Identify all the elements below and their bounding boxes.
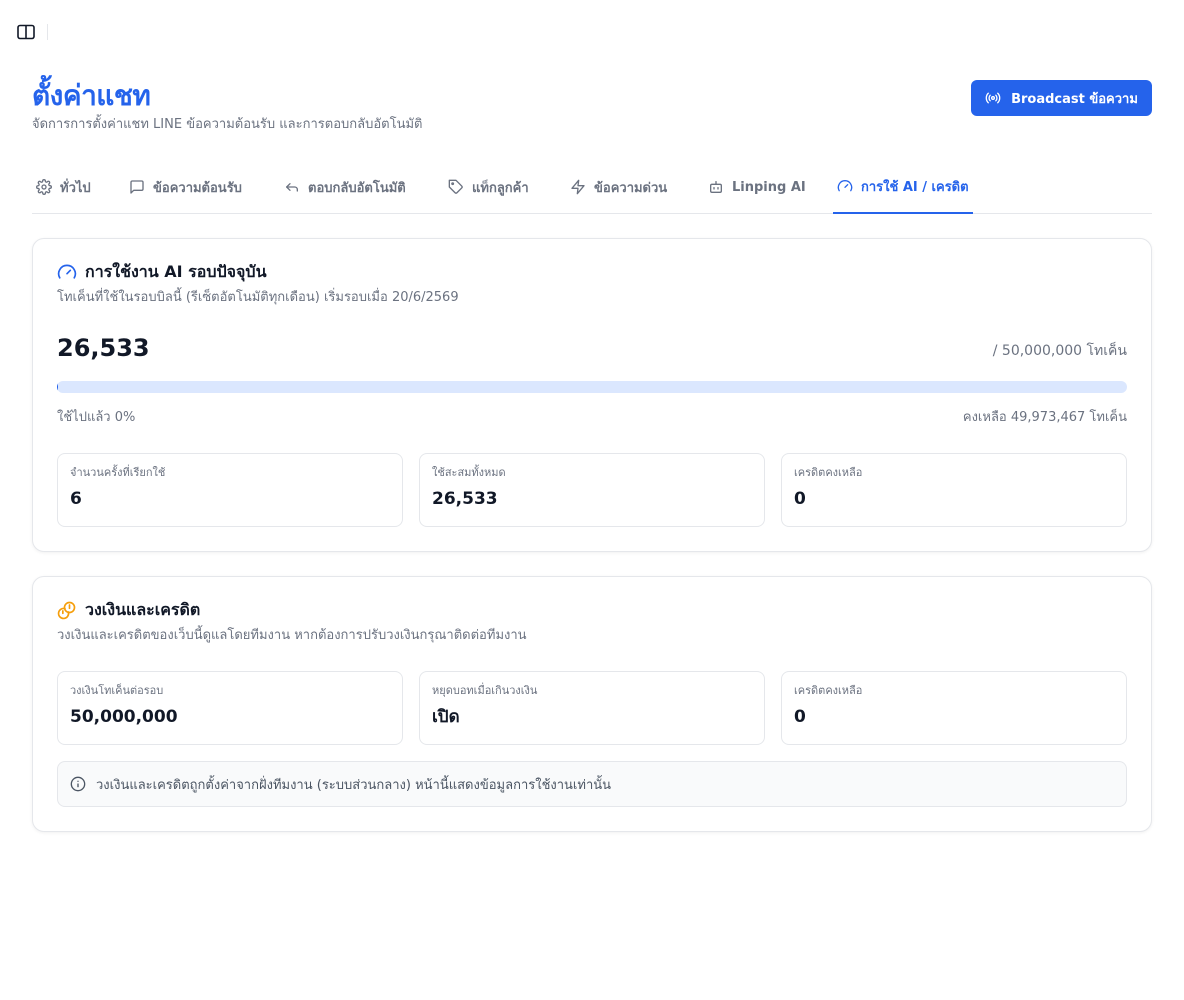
tab-general[interactable]: ทั่วไป: [32, 160, 95, 214]
stat-label: หยุดบอทเมื่อเกินวงเงิน: [432, 684, 538, 697]
stat-remaining-credit: เครดิตคงเหลือ 0: [781, 453, 1127, 527]
stat-label: ใช้สะสมทั้งหมด: [432, 466, 506, 479]
stat-value: 0: [794, 707, 806, 727]
page-title: ตั้งค่าแชท: [32, 79, 151, 112]
coins-icon: [57, 601, 76, 620]
usage-progress-fill: [57, 381, 58, 393]
info-icon: [70, 776, 86, 792]
tab-ai-usage-credit-label: การใช้ AI / เครดิต: [861, 179, 969, 195]
stat-label: วงเงินโทเค็นต่อรอบ: [70, 684, 164, 697]
ai-usage-title: การใช้งาน AI รอบปัจจุบัน: [85, 262, 267, 281]
tab-welcome-message-label: ข้อความต้อนรับ: [153, 180, 242, 196]
broadcast-button[interactable]: Broadcast ข้อความ: [971, 80, 1152, 116]
stat-label: จำนวนครั้งที่เรียกใช้: [70, 466, 166, 479]
reply-icon: [286, 183, 298, 192]
message-square-icon: [130, 180, 144, 194]
stat-token-limit: วงเงินโทเค็นต่อรอบ 50,000,000: [57, 671, 403, 745]
tag-icon: [448, 179, 463, 194]
broadcast-icon: [985, 92, 1001, 104]
stat-stop-bot: หยุดบอทเมื่อเกินวงเงิน เปิด: [419, 671, 765, 745]
used-percent-text: ใช้ไปแล้ว 0%: [57, 410, 136, 425]
tab-quick-messages[interactable]: ข้อความด่วน: [566, 160, 671, 214]
tab-quick-messages-label: ข้อความด่วน: [594, 180, 668, 196]
credit-limit-heading: วงเงินและเครดิต: [57, 599, 200, 621]
sidebar-toggle-icon[interactable]: [16, 22, 36, 42]
gauge-icon: [837, 180, 853, 192]
stat-call-count: จำนวนครั้งที่เรียกใช้ 6: [57, 453, 403, 527]
bot-icon: [710, 181, 722, 193]
tab-welcome-message[interactable]: ข้อความต้อนรับ: [125, 160, 246, 214]
ai-usage-card: การใช้งาน AI รอบปัจจุบัน โทเค็นที่ใช้ในร…: [32, 238, 1152, 552]
info-notice: วงเงินและเครดิตถูกตั้งค่าจากฝั่งทีมงาน (…: [57, 761, 1127, 807]
ai-usage-heading: การใช้งาน AI รอบปัจจุบัน: [57, 261, 267, 283]
usage-progress-bar: [57, 381, 1127, 393]
page-subtitle: จัดการการตั้งค่าแชท LINE ข้อความต้อนรับ …: [32, 117, 423, 132]
top-bar: [0, 0, 1184, 64]
tab-general-label: ทั่วไป: [60, 180, 91, 196]
stat-label: เครดิตคงเหลือ: [794, 684, 863, 697]
stat-total-used: ใช้สะสมทั้งหมด 26,533: [419, 453, 765, 527]
token-limit-text: / 50,000,000 โทเค็น: [992, 343, 1127, 359]
used-tokens-value: 26,533: [57, 334, 150, 362]
stat-remaining-credit: เครดิตคงเหลือ 0: [781, 671, 1127, 745]
broadcast-button-label: Broadcast ข้อความ: [1011, 91, 1138, 107]
tab-customer-tags[interactable]: แท็กลูกค้า: [444, 160, 533, 214]
credit-limit-card: วงเงินและเครดิต วงเงินและเครดิตของเว็บนี…: [32, 576, 1152, 832]
credit-limit-description: วงเงินและเครดิตของเว็บนี้ดูแลโดยทีมงาน ห…: [57, 628, 527, 643]
stat-value: 6: [70, 489, 82, 509]
stat-value: 0: [794, 489, 806, 509]
gauge-icon: [57, 264, 77, 279]
tab-linping-ai-label: Linping AI: [732, 179, 806, 195]
stat-value: 26,533: [432, 489, 498, 509]
stat-value: 50,000,000: [70, 707, 178, 727]
info-notice-text: วงเงินและเครดิตถูกตั้งค่าจากฝั่งทีมงาน (…: [96, 777, 612, 793]
settings-tabs: ทั่วไป ข้อความต้อนรับ ตอบกลับอัตโนมัติ แ…: [32, 160, 1152, 214]
topbar-divider: [47, 24, 48, 40]
tab-auto-reply[interactable]: ตอบกลับอัตโนมัติ: [280, 160, 410, 214]
gear-icon: [36, 179, 52, 195]
stat-value: เปิด: [432, 707, 460, 727]
stat-label: เครดิตคงเหลือ: [794, 466, 863, 479]
remaining-tokens-text: คงเหลือ 49,973,467 โทเค็น: [962, 410, 1127, 425]
tab-auto-reply-label: ตอบกลับอัตโนมัติ: [308, 180, 406, 196]
tab-ai-usage-credit[interactable]: การใช้ AI / เครดิต: [833, 160, 973, 214]
tab-linping-ai[interactable]: Linping AI: [704, 160, 810, 214]
credit-limit-title: วงเงินและเครดิต: [85, 600, 201, 619]
zap-icon: [571, 179, 585, 195]
ai-usage-description: โทเค็นที่ใช้ในรอบบิลนี้ (รีเซ็ตอัตโนมัติ…: [57, 290, 459, 305]
tab-customer-tags-label: แท็กลูกค้า: [472, 180, 529, 196]
